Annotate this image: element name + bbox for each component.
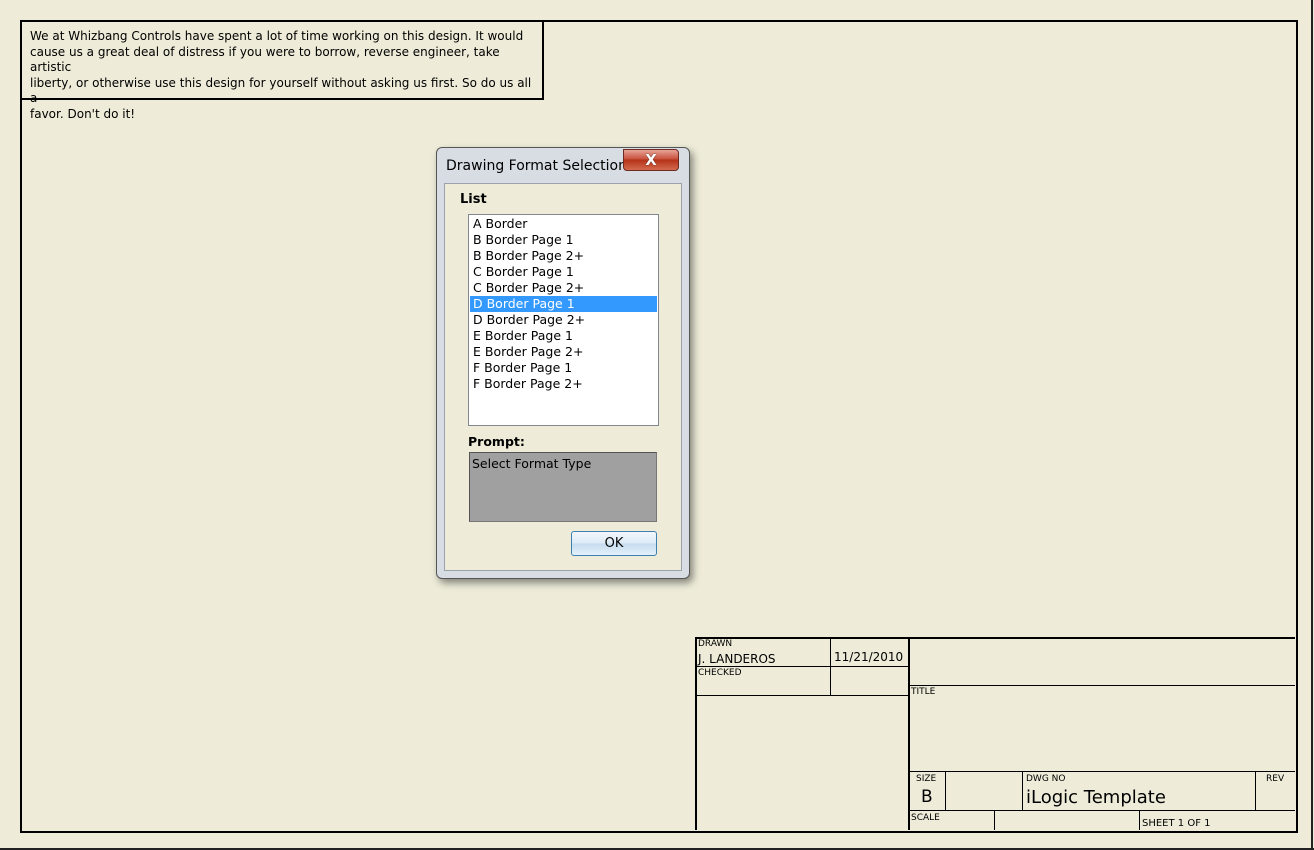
size-column-line [945, 771, 946, 811]
format-listbox[interactable]: A Border B Border Page 1B Border Page 2+ C… [468, 214, 659, 426]
prompt-text: Select Format Type [472, 456, 592, 471]
sheet-number: SHEET 1 OF 1 [1142, 818, 1211, 829]
size-top-line [909, 771, 1295, 772]
dwg-no-value: iLogic Template [1026, 787, 1166, 808]
checked-label: CHECKED [698, 668, 742, 678]
rev-label: REV [1266, 774, 1285, 784]
sheet-column-line [1139, 810, 1140, 830]
close-button[interactable]: X [623, 149, 679, 171]
list-item[interactable]: B Border Page 1 [470, 232, 657, 248]
list-item[interactable]: A Border [470, 216, 657, 232]
list-item[interactable]: F Border Page 2+ [470, 376, 657, 392]
prompt-box: Select Format Type [469, 452, 657, 522]
title-block-divider [908, 637, 910, 830]
list-item[interactable]: D Border Page 2+ [470, 312, 657, 328]
dwgno-column-line [1022, 771, 1023, 811]
list-item[interactable]: E Border Page 1 [470, 328, 657, 344]
drawn-checked-line [696, 666, 908, 667]
drawing-format-dialog: Drawing Format Selection X List A Border… [436, 147, 690, 579]
title-block-top-line [695, 637, 1295, 639]
drawn-by-value: J. LANDEROS [698, 652, 776, 666]
list-item[interactable]: C Border Page 1 [470, 264, 657, 280]
dwg-no-label: DWG NO [1026, 774, 1066, 784]
scale-column-line [994, 810, 995, 830]
copyright-note-box: We at Whizbang Controls have spent a lot… [20, 20, 544, 121]
list-label: List [460, 192, 487, 207]
checked-bottom-line [696, 695, 908, 696]
list-items: A Border B Border Page 1B Border Page 2+ C… [469, 216, 658, 392]
size-value: B [921, 787, 933, 807]
close-icon: X [645, 151, 657, 169]
dialog-title: Drawing Format Selection [446, 158, 627, 174]
ok-button[interactable]: OK [571, 531, 657, 556]
size-label: SIZE [916, 774, 937, 784]
page-edge [1311, 0, 1313, 850]
list-item[interactable]: F Border Page 1 [470, 360, 657, 376]
list-item[interactable]: B Border Page 2+ [470, 248, 657, 264]
rev-column-line [1255, 771, 1256, 811]
list-item[interactable]: E Border Page 2+ [470, 344, 657, 360]
scale-top-line [909, 810, 1295, 811]
drawn-label: DRAWN [698, 639, 733, 649]
list-item[interactable]: C Border Page 2+ [470, 280, 657, 296]
title-label: TITLE [911, 687, 936, 697]
drawn-date-value: 11/21/2010 [834, 650, 904, 664]
title-top-line [909, 685, 1295, 686]
copyright-note-text: We at Whizbang Controls have spent a lot… [30, 29, 532, 121]
prompt-label: Prompt: [468, 434, 525, 449]
scale-label: SCALE [911, 813, 940, 823]
list-item[interactable]: D Border Page 1 [470, 296, 657, 312]
